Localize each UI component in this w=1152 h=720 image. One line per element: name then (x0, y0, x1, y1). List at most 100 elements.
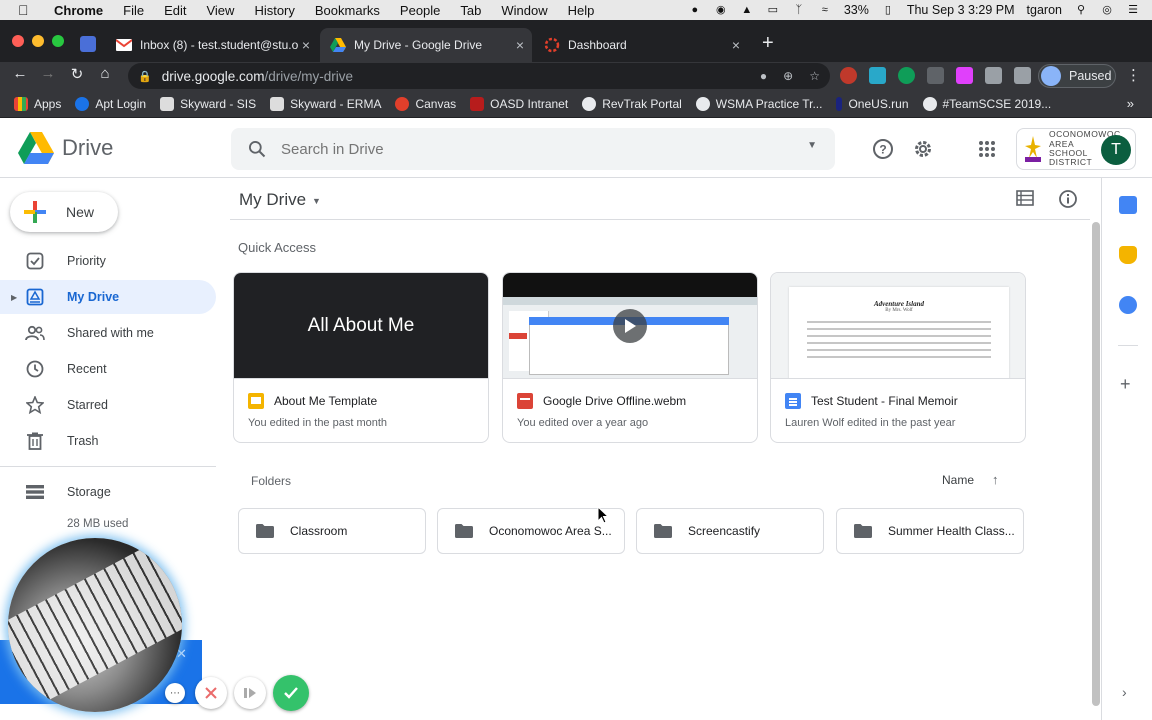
bluetooth-icon[interactable]: ᛉ (792, 4, 806, 16)
finish-recording-icon[interactable] (273, 675, 309, 711)
tasks-addon-icon[interactable] (1119, 296, 1137, 314)
close-tab-icon[interactable]: × (516, 37, 524, 53)
back-arrow-icon[interactable]: ← (9, 65, 31, 82)
address-bar[interactable]: 🔒 drive.google.com/drive/my-drive ● ⊕ ☆ (128, 63, 830, 89)
battery-percent[interactable]: 33% (844, 3, 869, 17)
bookmark-wsma[interactable]: WSMA Practice Tr... (695, 96, 822, 111)
title-dropdown-icon[interactable]: ▼ (312, 196, 321, 206)
account-switcher[interactable]: OCONOMOWOC AREA SCHOOL DISTRICT T (1016, 128, 1136, 170)
siri-icon[interactable]: ◎ (1100, 4, 1114, 16)
spotlight-search-icon[interactable]: ⚲ (1074, 4, 1088, 16)
folder-item[interactable]: Screencastify (636, 508, 824, 554)
drive-logo[interactable]: Drive (18, 132, 113, 164)
bookmark-oasd-intranet[interactable]: OASD Intranet (470, 96, 568, 111)
recorder-more-options-icon[interactable]: ⋯ (165, 683, 185, 703)
menubar-clock[interactable]: Thu Sep 3 3:29 PM (907, 3, 1015, 17)
apple-menu-icon[interactable]:  (18, 2, 34, 18)
search-bar[interactable]: ▼ (231, 128, 835, 170)
bookmark-oneus[interactable]: OneUS.run (836, 96, 909, 111)
more-bookmarks-icon[interactable]: » (1127, 96, 1134, 111)
zoom-window-button[interactable] (52, 35, 64, 47)
page-title[interactable]: My Drive (239, 190, 306, 210)
user-avatar[interactable]: T (1101, 135, 1131, 165)
battery-icon[interactable]: ▯ (881, 4, 895, 16)
menu-help[interactable]: Help (568, 3, 595, 18)
sort-direction-arrow-icon[interactable]: ↑ (992, 472, 999, 487)
search-options-icon[interactable]: ▼ (807, 140, 817, 151)
folder-item[interactable]: Classroom (238, 508, 426, 554)
cancel-recording-icon[interactable] (195, 677, 227, 709)
screen-record-icon[interactable]: ◉ (714, 4, 728, 16)
tab-my-drive[interactable]: My Drive - Google Drive × (320, 28, 532, 62)
profile-button[interactable]: Paused (1038, 64, 1116, 88)
new-button[interactable]: New (10, 192, 118, 232)
menu-app-name[interactable]: Chrome (54, 3, 103, 18)
info-icon[interactable] (1058, 189, 1078, 214)
menu-history[interactable]: History (254, 3, 294, 18)
sidebar-item-priority[interactable]: Priority (0, 244, 216, 278)
menu-people[interactable]: People (400, 3, 440, 18)
expand-arrow-icon[interactable]: ▶ (11, 293, 17, 302)
calendar-addon-icon[interactable] (1119, 196, 1137, 214)
main-scrollbar[interactable] (1092, 222, 1100, 706)
tab-gmail[interactable]: Inbox (8) - test.student@stu.o × (106, 28, 318, 62)
home-icon[interactable]: ⌂ (94, 65, 116, 82)
new-tab-button[interactable]: + (762, 32, 774, 55)
bookmark-revtrak[interactable]: RevTrak Portal (582, 96, 682, 111)
bookmark-skyward-erma[interactable]: Skyward - ERMA (270, 96, 381, 111)
list-view-icon[interactable] (1016, 190, 1034, 211)
bookmark-apps[interactable]: Apps (14, 96, 61, 111)
bookmark-teamscse[interactable]: #TeamSCSE 2019... (922, 96, 1051, 111)
settings-gear-icon[interactable] (911, 137, 935, 161)
google-apps-icon[interactable] (975, 137, 999, 161)
menu-window[interactable]: Window (501, 3, 547, 18)
sidebar-item-shared-with-me[interactable]: Shared with me (0, 316, 216, 350)
expand-panel-chevron-icon[interactable]: › (1122, 684, 1127, 700)
keep-addon-icon[interactable] (1119, 246, 1137, 264)
menu-edit[interactable]: Edit (164, 3, 186, 18)
reload-icon[interactable]: ↻ (66, 65, 88, 83)
puzzle-extensions-icon[interactable] (985, 67, 1002, 84)
sidebar-item-recent[interactable]: Recent (0, 352, 216, 386)
quick-access-card[interactable]: Adventure Island By Mrs. Wolf Test Stude… (770, 272, 1026, 443)
menu-bookmarks[interactable]: Bookmarks (315, 3, 380, 18)
close-tab-icon[interactable]: × (302, 37, 310, 53)
extension-icon[interactable] (956, 67, 973, 84)
extension-icon[interactable] (898, 67, 915, 84)
voice-search-icon[interactable]: ● (760, 69, 767, 83)
pinned-tab-calendar-icon[interactable] (80, 36, 96, 52)
sidebar-item-my-drive[interactable]: ▶ My Drive (0, 280, 216, 314)
microphone-icon[interactable]: ● (688, 4, 702, 16)
minimize-window-button[interactable] (32, 35, 44, 47)
quick-access-card[interactable]: All About Me About Me Template You edite… (233, 272, 489, 443)
close-window-button[interactable] (12, 35, 24, 47)
sidebar-item-trash[interactable]: Trash (0, 424, 216, 458)
menubar-user[interactable]: tgaron (1027, 3, 1062, 17)
help-icon[interactable]: ? (871, 137, 895, 161)
notification-center-icon[interactable]: ☰ (1126, 4, 1140, 16)
add-icon[interactable]: ⊕ (783, 69, 793, 83)
close-tab-icon[interactable]: × (732, 37, 740, 53)
play-icon[interactable] (613, 309, 647, 343)
pause-resume-icon[interactable] (234, 677, 266, 709)
search-input[interactable] (281, 140, 781, 158)
tab-dashboard[interactable]: Dashboard × (534, 28, 748, 62)
bookmark-apt-login[interactable]: Apt Login (75, 96, 146, 111)
search-icon[interactable] (247, 139, 267, 159)
sort-by-name-button[interactable]: Name (942, 473, 974, 487)
wifi-icon[interactable]: ≈ (818, 4, 832, 16)
drive-sync-icon[interactable]: ▲ (740, 4, 754, 16)
lock-icon[interactable]: 🔒 (138, 70, 152, 83)
menu-tab[interactable]: Tab (460, 3, 481, 18)
menu-file[interactable]: File (123, 3, 144, 18)
get-addons-plus-icon[interactable]: + (1120, 374, 1131, 395)
screencastify-extension-icon[interactable] (840, 67, 857, 84)
chrome-menu-icon[interactable]: ⋮ (1126, 66, 1141, 84)
webcam-bubble[interactable] (8, 538, 182, 712)
quick-access-card[interactable]: Google Drive Offline.webm You edited ove… (502, 272, 758, 443)
forward-arrow-icon[interactable]: → (37, 65, 59, 82)
bookmark-skyward-sis[interactable]: Skyward - SIS (160, 96, 256, 111)
extension-icon[interactable] (869, 67, 886, 84)
menu-view[interactable]: View (206, 3, 234, 18)
sidebar-item-starred[interactable]: Starred (0, 388, 216, 422)
